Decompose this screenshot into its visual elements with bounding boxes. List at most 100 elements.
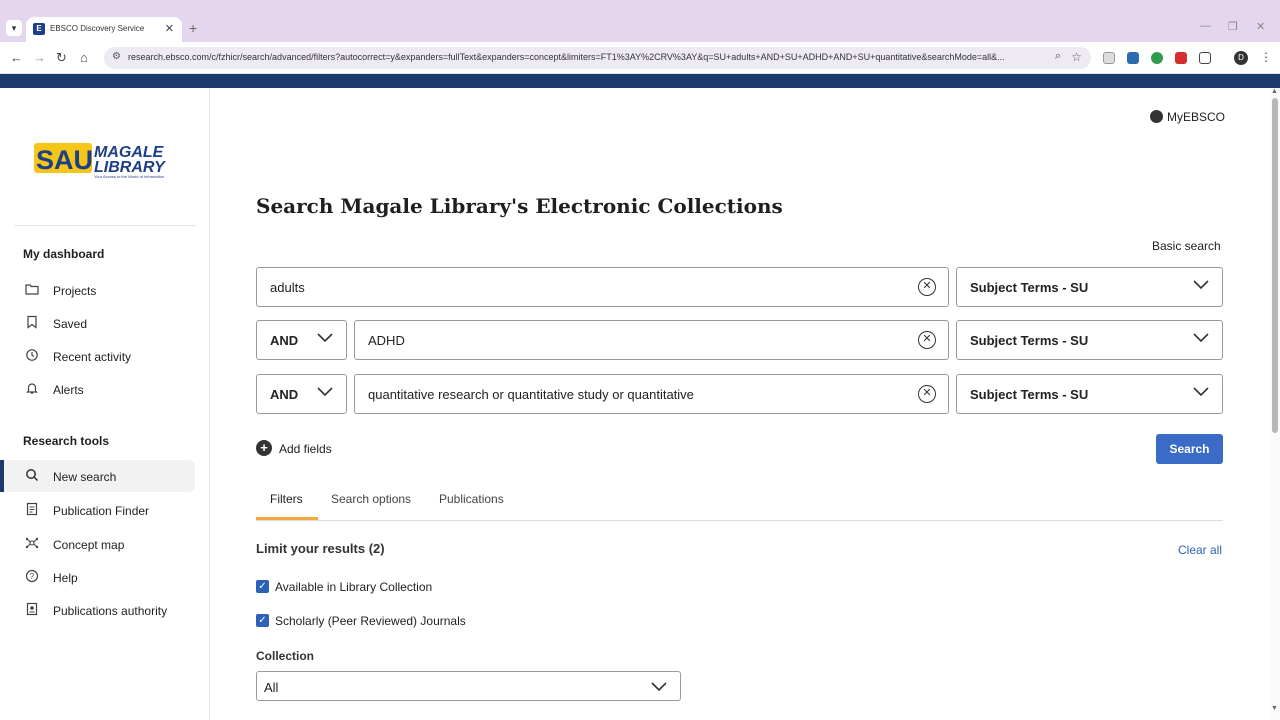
field-select-value: Subject Terms - SU xyxy=(970,333,1089,348)
chevron-down-icon xyxy=(1193,387,1209,397)
search-term-input-3[interactable]: quantitative research or quantitative st… xyxy=(354,374,949,414)
operator-value: AND xyxy=(270,387,299,402)
browser-toolbar: ← → ↻ ⌂ ⚙ research.ebsco.com/c/fzhicr/se… xyxy=(0,42,1280,74)
sidebar-item-publication-finder[interactable]: Publication Finder xyxy=(0,494,195,526)
limit-results-heading: Limit your results (2) xyxy=(256,541,385,556)
field-select-2[interactable]: Subject Terms - SU xyxy=(956,320,1223,360)
sidebar: SAU MAGALE LIBRARY Your Access to the Wo… xyxy=(0,88,210,720)
bookmark-icon xyxy=(25,315,39,329)
sidebar-item-saved[interactable]: Saved xyxy=(0,307,195,339)
extension-blue-icon[interactable] xyxy=(1127,52,1139,64)
chevron-down-icon xyxy=(317,333,333,343)
clear-icon[interactable]: ✕ xyxy=(918,385,936,403)
checkbox-label: Available in Library Collection xyxy=(275,580,433,594)
sidebar-item-publications-authority[interactable]: Publications authority xyxy=(0,594,195,626)
back-icon[interactable]: ← xyxy=(10,50,23,65)
myebsco-link[interactable]: MyEBSCO xyxy=(1150,110,1225,124)
scroll-down-icon[interactable]: ▼ xyxy=(1271,705,1278,712)
logo-tagline-text: Your Access to the World of Information xyxy=(94,174,164,179)
ebsco-favicon-icon: E xyxy=(33,23,45,35)
field-select-value: Subject Terms - SU xyxy=(970,387,1089,402)
extension-pdf-icon[interactable] xyxy=(1175,52,1187,64)
zoom-icon[interactable]: ⌕ xyxy=(1055,50,1061,63)
sidebar-item-label: Concept map xyxy=(53,538,125,552)
browser-tabstrip: ▾ E EBSCO Discovery Service ✕ + — ❐ ✕ xyxy=(0,0,1280,42)
address-bar[interactable]: ⚙ research.ebsco.com/c/fzhicr/search/adv… xyxy=(104,47,1091,69)
chevron-down-icon xyxy=(1193,333,1209,343)
profile-avatar[interactable]: D xyxy=(1234,51,1248,65)
sidebar-item-projects[interactable]: Projects xyxy=(0,274,195,306)
tab-filters[interactable]: Filters xyxy=(270,492,303,506)
forward-icon[interactable]: → xyxy=(33,50,46,65)
sidebar-item-help[interactable]: ? Help xyxy=(0,561,195,593)
user-account-icon xyxy=(1150,110,1163,123)
extension-grammarly-icon[interactable] xyxy=(1151,52,1163,64)
page-title: Search Magale Library's Electronic Colle… xyxy=(256,194,783,218)
tab-search-icon[interactable]: ▾ xyxy=(6,20,22,36)
clear-icon[interactable]: ✕ xyxy=(918,331,936,349)
clear-icon[interactable]: ✕ xyxy=(918,278,936,296)
search-term-input-2[interactable]: ADHD ✕ xyxy=(354,320,949,360)
sidebar-item-label: Alerts xyxy=(53,383,84,397)
browser-tab[interactable]: E EBSCO Discovery Service ✕ xyxy=(26,17,182,42)
browser-menu-icon[interactable]: ⋮ xyxy=(1260,50,1272,64)
clear-all-link[interactable]: Clear all xyxy=(1178,543,1222,557)
sidebar-item-label: Publication Finder xyxy=(53,504,150,518)
field-select-1[interactable]: Subject Terms - SU xyxy=(956,267,1223,307)
checkbox-checked-icon[interactable]: ✓ xyxy=(256,580,269,593)
restore-icon[interactable]: ❐ xyxy=(1228,20,1238,33)
minimize-icon[interactable]: — xyxy=(1200,20,1211,32)
basic-search-link[interactable]: Basic search xyxy=(1152,239,1221,253)
field-select-value: Subject Terms - SU xyxy=(970,280,1089,295)
history-icon xyxy=(25,348,39,362)
tab-close-icon[interactable]: ✕ xyxy=(165,22,174,35)
chevron-down-icon xyxy=(651,682,667,692)
scroll-up-icon[interactable]: ▲ xyxy=(1271,88,1278,95)
help-icon: ? xyxy=(25,569,39,583)
checkbox-checked-icon[interactable]: ✓ xyxy=(256,614,269,627)
search-icon xyxy=(25,468,39,482)
collection-select[interactable]: All xyxy=(256,671,681,701)
sidebar-divider xyxy=(14,225,196,226)
tab-title: EBSCO Discovery Service xyxy=(50,24,145,33)
search-term-value: quantitative research or quantitative st… xyxy=(368,387,694,402)
document-icon xyxy=(25,502,39,516)
sidebar-item-label: Help xyxy=(53,571,78,585)
bookmark-star-icon[interactable]: ☆ xyxy=(1071,50,1082,64)
collection-select-value: All xyxy=(264,680,279,695)
home-icon[interactable]: ⌂ xyxy=(80,50,88,65)
magale-library-logo[interactable]: SAU MAGALE LIBRARY Your Access to the Wo… xyxy=(34,140,179,180)
sidebar-item-new-search[interactable]: New search xyxy=(0,460,195,492)
sidebar-item-label: Recent activity xyxy=(53,350,132,364)
url-text[interactable]: research.ebsco.com/c/fzhicr/search/advan… xyxy=(128,52,1038,62)
collection-label: Collection xyxy=(256,649,315,663)
window-close-icon[interactable]: ✕ xyxy=(1256,20,1265,33)
operator-select-3[interactable]: AND xyxy=(256,374,347,414)
tab-publications[interactable]: Publications xyxy=(439,492,504,506)
authority-icon xyxy=(25,602,39,616)
myebsco-label: MyEBSCO xyxy=(1167,110,1226,124)
network-icon xyxy=(25,536,39,550)
sidebar-item-label: Saved xyxy=(53,317,88,331)
logo-sau-text: SAU xyxy=(36,145,93,175)
scrollbar-thumb[interactable] xyxy=(1272,98,1278,433)
extensions-puzzle-icon[interactable] xyxy=(1199,52,1211,64)
extension-doc-icon[interactable] xyxy=(1103,52,1115,64)
sidebar-item-alerts[interactable]: Alerts xyxy=(0,373,195,405)
sidebar-item-recent-activity[interactable]: Recent activity xyxy=(0,340,195,372)
sidebar-item-concept-map[interactable]: Concept map xyxy=(0,528,195,560)
new-tab-icon[interactable]: + xyxy=(189,20,197,36)
site-info-icon[interactable]: ⚙ xyxy=(112,51,121,62)
sidebar-item-label: Publications authority xyxy=(53,604,168,618)
field-select-3[interactable]: Subject Terms - SU xyxy=(956,374,1223,414)
search-button[interactable]: Search xyxy=(1156,434,1223,464)
tab-search-options[interactable]: Search options xyxy=(331,492,411,506)
search-term-input-1[interactable]: adults ✕ xyxy=(256,267,949,307)
research-tools-heading: Research tools xyxy=(23,434,110,448)
dashboard-heading: My dashboard xyxy=(23,247,105,261)
page-scrollbar[interactable]: ▲ ▼ xyxy=(1270,88,1280,720)
sidebar-item-label: New search xyxy=(53,470,117,484)
operator-select-2[interactable]: AND xyxy=(256,320,347,360)
reload-icon[interactable]: ↻ xyxy=(56,50,67,66)
folder-icon xyxy=(25,282,39,296)
